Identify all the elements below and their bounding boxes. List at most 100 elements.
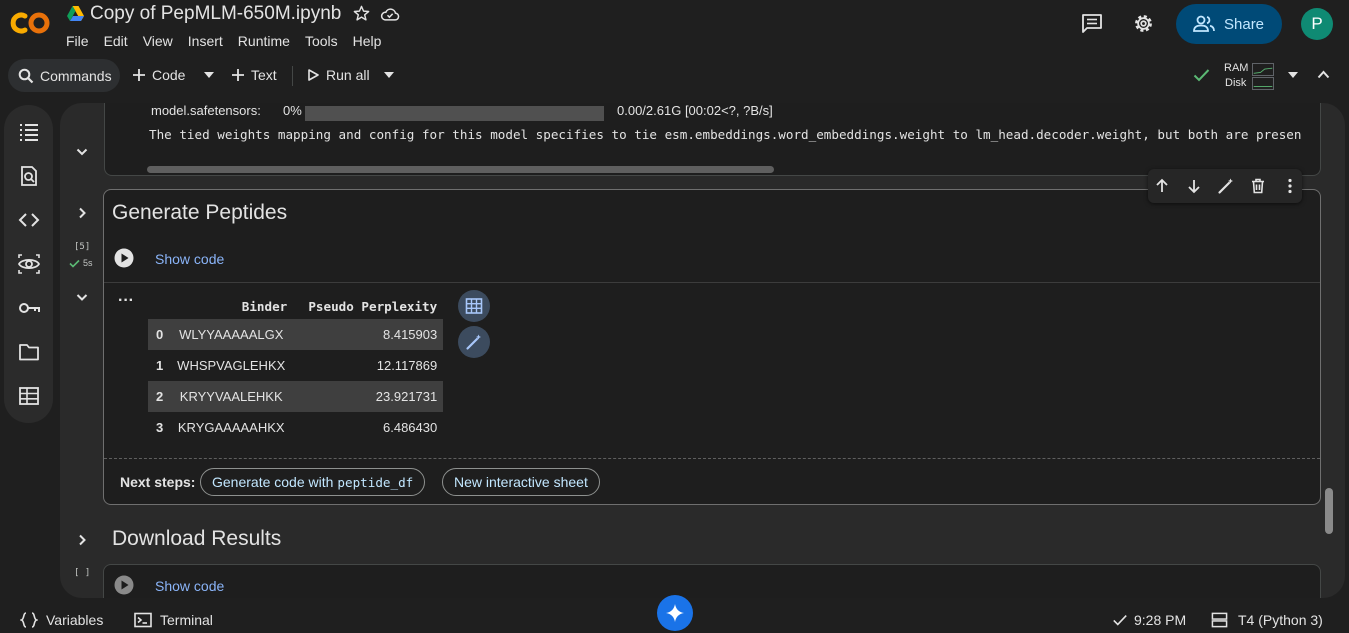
plus-icon bbox=[133, 69, 145, 81]
terminal-button[interactable]: Terminal bbox=[134, 612, 213, 628]
menu-edit[interactable]: Edit bbox=[104, 33, 128, 49]
binder-cell: KRYGAAAAAHKX bbox=[177, 420, 285, 435]
disk-label: Disk bbox=[1225, 77, 1247, 89]
menu-tools[interactable]: Tools bbox=[305, 33, 338, 49]
table-header-perplexity: Pseudo Perplexity bbox=[308, 298, 438, 314]
variables-button[interactable]: Variables bbox=[20, 612, 103, 628]
suggest-charts-button[interactable] bbox=[458, 326, 490, 358]
variables-label: Variables bbox=[46, 612, 104, 628]
table-of-contents-icon[interactable] bbox=[18, 121, 40, 143]
perplexity-cell: 23.921731 bbox=[293, 381, 444, 412]
runtime-label: T4 (Python 3) bbox=[1238, 612, 1323, 628]
menu-help[interactable]: Help bbox=[353, 33, 382, 49]
ram-label: RAM bbox=[1224, 62, 1249, 74]
menu-view[interactable]: View bbox=[143, 33, 173, 49]
chevron-down-icon[interactable] bbox=[76, 291, 88, 303]
add-text-button[interactable]: Text bbox=[232, 67, 277, 83]
table-row: 2 KRYYVAALEHKK 23.921731 bbox=[148, 381, 444, 412]
menu-runtime[interactable]: Runtime bbox=[238, 33, 290, 49]
ram-usage-graph[interactable] bbox=[1252, 63, 1274, 76]
last-run-status[interactable]: 9:28 PM bbox=[1112, 612, 1186, 628]
add-code-button[interactable]: Code bbox=[133, 67, 185, 83]
table-header-binder: Binder bbox=[241, 298, 288, 314]
show-code-link[interactable]: Show code bbox=[155, 251, 224, 267]
arrow-up-icon[interactable] bbox=[1153, 177, 1171, 195]
table-row: 1 WHSPVAGLEHKX 12.117869 bbox=[148, 350, 443, 381]
download-progress-label: model.safetensors: bbox=[151, 103, 261, 118]
share-label: Share bbox=[1224, 15, 1265, 33]
row-index: 2 bbox=[148, 381, 170, 412]
notebook-area[interactable]: model.safetensors: 0% 0.00/2.61G [00:02<… bbox=[60, 103, 1345, 598]
cloud-saved-icon[interactable] bbox=[380, 5, 400, 23]
output-menu-icon[interactable]: ··· bbox=[118, 292, 134, 310]
show-code-link[interactable]: Show code bbox=[155, 578, 224, 594]
key-icon[interactable] bbox=[18, 297, 40, 319]
table-header-row: Binder Pseudo Perplexity bbox=[148, 293, 443, 319]
chevron-up-icon[interactable] bbox=[1317, 70, 1330, 79]
notebook-toolbar: Commands Code Text Run all RAM Disk bbox=[0, 57, 1349, 95]
generate-code-chip[interactable]: Generate code with peptide_df bbox=[200, 468, 426, 496]
share-button[interactable]: Share bbox=[1176, 4, 1282, 44]
variable-inspector-icon[interactable] bbox=[18, 253, 40, 275]
check-icon bbox=[69, 259, 80, 268]
execution-time: 5s bbox=[69, 258, 93, 268]
row-index: 3 bbox=[156, 420, 164, 435]
chevron-down-icon[interactable] bbox=[76, 148, 88, 156]
last-run-time: 9:28 PM bbox=[1134, 612, 1187, 628]
table-icon bbox=[465, 298, 483, 314]
comments-icon[interactable] bbox=[1081, 13, 1103, 33]
cell-action-toolbar bbox=[1148, 169, 1302, 203]
chevron-down-icon[interactable] bbox=[384, 72, 394, 78]
gear-icon[interactable] bbox=[1132, 12, 1155, 35]
binder-cell: WLYYAAAAALGX bbox=[169, 319, 294, 350]
download-results-cell[interactable]: Show code bbox=[103, 564, 1321, 598]
commands-button[interactable]: Commands bbox=[8, 59, 120, 92]
run-all-button[interactable]: Run all bbox=[307, 67, 370, 83]
arrow-down-icon[interactable] bbox=[1185, 177, 1203, 195]
colab-logo[interactable] bbox=[9, 9, 51, 37]
run-cell-icon[interactable] bbox=[114, 248, 134, 268]
disk-usage-graph[interactable] bbox=[1252, 77, 1274, 90]
execution-count: [ ] bbox=[74, 568, 91, 578]
peptide-dataframe: Binder Pseudo Perplexity 0 WLYYAAAAALGX … bbox=[148, 293, 444, 443]
menu-file[interactable]: File bbox=[66, 33, 89, 49]
data-table-icon[interactable] bbox=[18, 385, 40, 407]
row-index: 1 bbox=[156, 358, 164, 373]
chevron-right-icon[interactable] bbox=[76, 207, 88, 219]
runtime-status[interactable]: T4 (Python 3) bbox=[1211, 612, 1323, 628]
perplexity-cell: 6.486430 bbox=[383, 420, 438, 435]
terminal-label: Terminal bbox=[160, 612, 213, 628]
sparkle-icon bbox=[666, 604, 684, 622]
drive-icon[interactable] bbox=[67, 6, 84, 21]
folder-icon[interactable] bbox=[18, 341, 40, 363]
generate-peptides-cell[interactable]: Generate Peptides Show code ··· Binder P… bbox=[103, 189, 1321, 505]
star-icon[interactable] bbox=[352, 4, 371, 23]
menu-bar: File Edit View Insert Runtime Tools Help bbox=[66, 33, 396, 49]
delete-icon[interactable] bbox=[1249, 177, 1267, 195]
convert-to-interactive-table-button[interactable] bbox=[458, 290, 490, 322]
binder-cell: KRYYVAALEHKK bbox=[169, 381, 294, 412]
find-replace-icon[interactable] bbox=[18, 165, 40, 187]
people-icon bbox=[1193, 15, 1215, 32]
execution-time-label: 5s bbox=[83, 258, 93, 268]
avatar[interactable]: P bbox=[1301, 8, 1333, 40]
play-icon bbox=[308, 69, 319, 81]
check-icon bbox=[1113, 615, 1127, 626]
horizontal-scrollbar[interactable] bbox=[147, 166, 774, 173]
app-header: Copy of PepMLM-650M.ipynb File Edit View… bbox=[0, 0, 1349, 56]
code-snippets-icon[interactable] bbox=[18, 209, 40, 231]
gemini-button[interactable] bbox=[657, 595, 693, 631]
run-cell-icon[interactable] bbox=[114, 575, 134, 595]
chevron-down-icon[interactable] bbox=[1288, 72, 1298, 78]
chevron-right-icon[interactable] bbox=[76, 534, 88, 546]
generate-code-chip-var: peptide_df bbox=[337, 474, 414, 490]
chevron-down-icon[interactable] bbox=[204, 72, 214, 78]
section-title: Download Results bbox=[112, 527, 282, 550]
terminal-icon bbox=[134, 612, 152, 628]
edit-wand-icon[interactable] bbox=[1217, 177, 1235, 195]
menu-insert[interactable]: Insert bbox=[188, 33, 223, 49]
notebook-title[interactable]: Copy of PepMLM-650M.ipynb bbox=[90, 3, 341, 25]
more-vert-icon[interactable] bbox=[1281, 177, 1299, 195]
vertical-scrollbar[interactable] bbox=[1325, 488, 1333, 534]
new-interactive-sheet-chip[interactable]: New interactive sheet bbox=[442, 468, 600, 496]
